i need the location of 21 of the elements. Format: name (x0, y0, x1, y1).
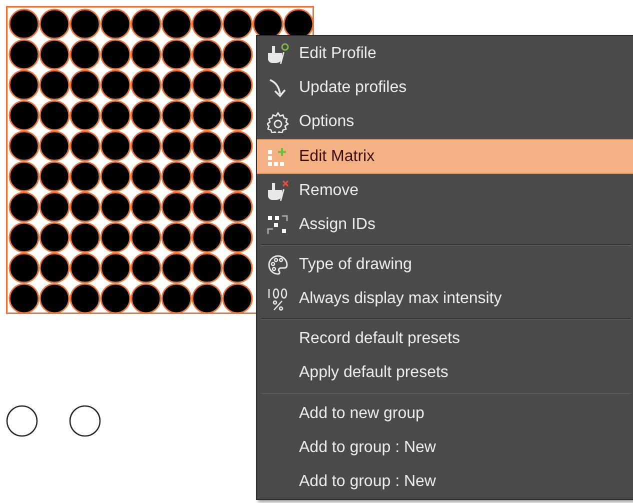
menu-item[interactable]: Add to group : New (257, 430, 633, 465)
menu-item[interactable]: Options (257, 105, 633, 140)
hand-gear-icon (266, 43, 290, 66)
circle-icon (69, 405, 101, 437)
menu-item[interactable]: Assign IDs (257, 208, 633, 242)
menu-item[interactable]: Add to new group (257, 396, 633, 431)
menu-item[interactable]: Apply default presets (257, 356, 633, 390)
menu-item[interactable]: Always display max intensity (257, 282, 633, 316)
menu-item[interactable]: Record default presets (257, 322, 633, 356)
palette-icon (267, 254, 289, 276)
hand-cross-icon (266, 180, 290, 202)
menu-item[interactable]: Add to group : New (257, 464, 633, 499)
menu-item[interactable]: Update profiles (257, 71, 633, 106)
menu-item[interactable]: Edit Profile (257, 37, 633, 72)
menu-item[interactable]: Edit Matrix (257, 139, 633, 174)
menu-item[interactable]: Type of drawing (257, 248, 633, 282)
settings-icon (267, 111, 289, 134)
circle-icon (6, 405, 38, 437)
menu-item[interactable]: Remove (257, 174, 633, 208)
scatter-arrows-icon (266, 214, 290, 236)
percent-icon (266, 287, 290, 312)
